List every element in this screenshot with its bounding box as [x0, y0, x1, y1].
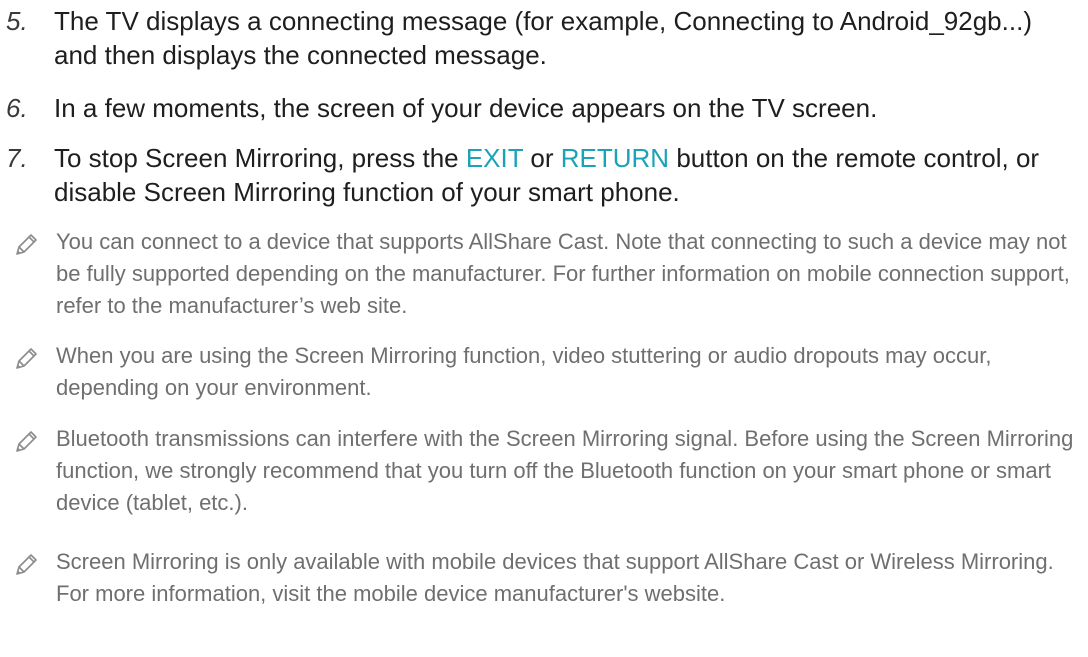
step-text-before: To stop Screen Mirroring, press the — [54, 143, 466, 173]
pencil-icon — [16, 431, 37, 452]
step-6: 6. In a few moments, the screen of your … — [6, 91, 1076, 125]
step-text: The TV displays a connecting message (fo… — [54, 6, 1032, 70]
pencil-icon — [16, 554, 37, 575]
pencil-icon — [16, 348, 37, 369]
step-number: 5. — [6, 6, 28, 36]
step-number: 6. — [6, 93, 28, 123]
pencil-icon — [16, 234, 37, 255]
note-bluetooth: Bluetooth transmissions can interfere wi… — [14, 423, 1080, 519]
exit-button-label: EXIT — [465, 143, 524, 173]
note-availability: Screen Mirroring is only available with … — [14, 546, 1080, 610]
note-allshare-support: You can connect to a device that support… — [14, 226, 1080, 322]
step-7: 7. To stop Screen Mirroring, press the E… — [6, 141, 1076, 209]
note-text: Screen Mirroring is only available with … — [56, 549, 1054, 606]
return-button-label: RETURN — [560, 143, 670, 173]
step-text: To stop Screen Mirroring, press the EXIT… — [54, 141, 1076, 209]
note-text: Bluetooth transmissions can interfere wi… — [56, 426, 1074, 515]
step-number: 7. — [6, 143, 28, 173]
step-text: In a few moments, the screen of your dev… — [54, 93, 878, 123]
step-text-mid: or — [523, 143, 561, 173]
note-text: When you are using the Screen Mirroring … — [56, 343, 992, 400]
note-video-stuttering: When you are using the Screen Mirroring … — [14, 340, 1080, 404]
manual-page: 5. The TV displays a connecting message … — [0, 0, 1088, 657]
note-text: You can connect to a device that support… — [56, 229, 1070, 318]
step-5: 5. The TV displays a connecting message … — [6, 4, 1076, 72]
